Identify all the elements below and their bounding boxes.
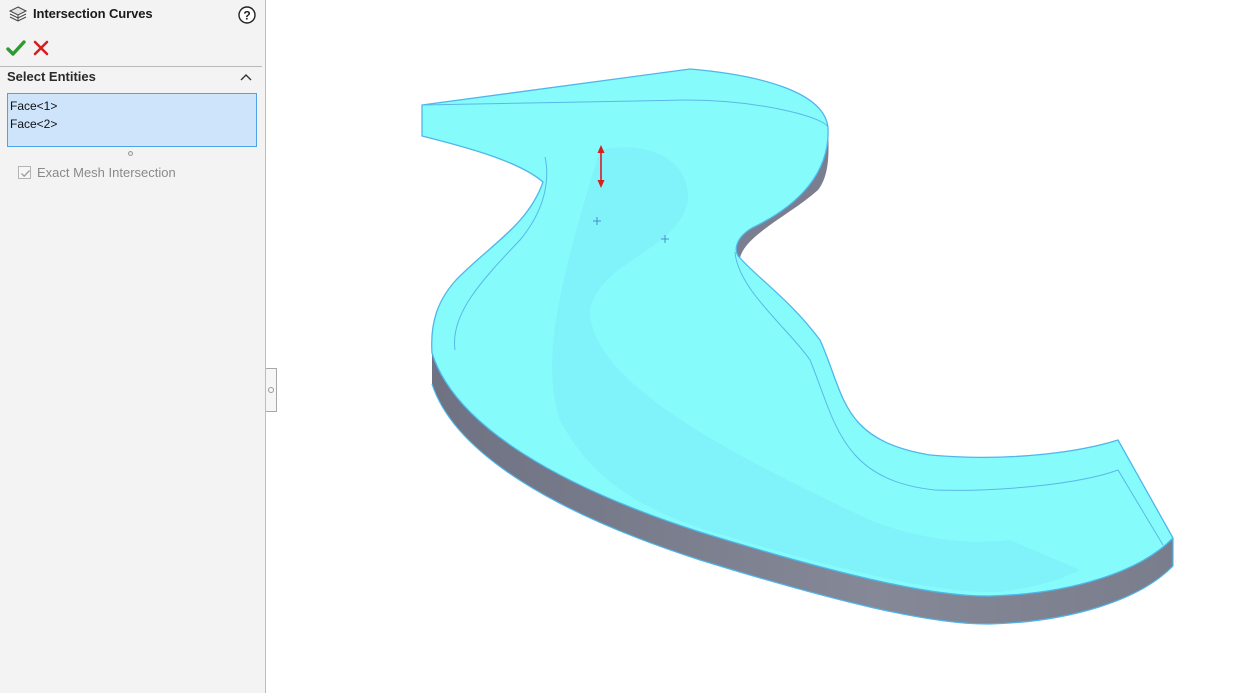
list-resize-handle[interactable] [128, 151, 133, 156]
check-icon[interactable] [6, 38, 26, 58]
model-view[interactable] [277, 0, 1235, 693]
selected-entities-list[interactable]: Face<1> Face<2> [7, 93, 257, 147]
exact-mesh-label: Exact Mesh Intersection [37, 165, 176, 180]
property-manager-panel: Intersection Curves ? Select Entities Fa… [0, 0, 266, 693]
svg-text:?: ? [243, 9, 250, 23]
list-item[interactable]: Face<1> [10, 97, 256, 115]
list-item[interactable]: Face<2> [10, 115, 256, 133]
checkmark-icon [21, 170, 30, 178]
chevron-up-icon[interactable] [239, 71, 253, 83]
section-title: Select Entities [7, 69, 96, 84]
select-entities-header[interactable]: Select Entities [0, 67, 262, 89]
graphics-area[interactable] [277, 0, 1235, 693]
panel-collapse-handle[interactable] [266, 368, 277, 412]
intersection-curves-icon [8, 6, 28, 22]
help-icon[interactable]: ? [237, 5, 257, 25]
panel-header: Intersection Curves ? [0, 0, 266, 30]
close-icon[interactable] [32, 38, 50, 58]
exact-mesh-checkbox[interactable] [18, 166, 31, 179]
panel-title: Intersection Curves [33, 6, 153, 21]
handle-grip-icon [268, 387, 274, 393]
